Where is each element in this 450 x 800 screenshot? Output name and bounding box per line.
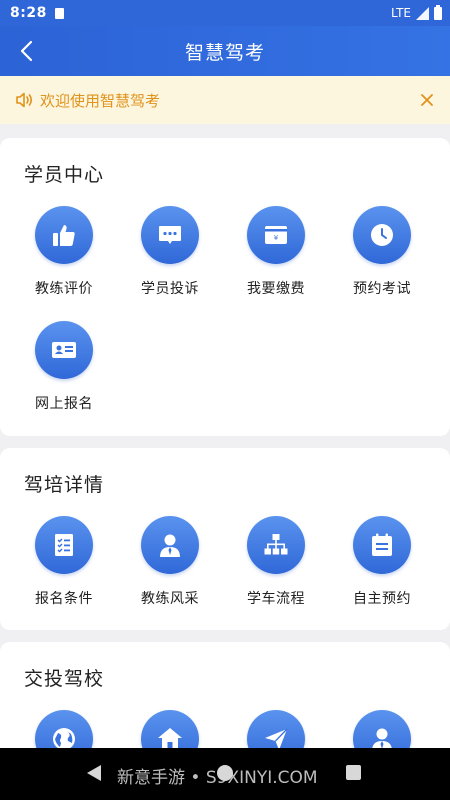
chevron-left-icon bbox=[20, 40, 33, 62]
icon-circle bbox=[35, 516, 93, 574]
icon-circle bbox=[353, 206, 411, 264]
back-button[interactable] bbox=[14, 38, 38, 64]
grid-item-label: 教练风采 bbox=[141, 591, 199, 607]
section-student-center: 学员中心 教练评价 学员投诉 ¥ 我要缴费 预约考试 网上报名 bbox=[0, 138, 450, 436]
grid-item-label: 学员投诉 bbox=[141, 281, 199, 297]
signal-icon bbox=[416, 6, 429, 20]
clock-icon bbox=[371, 224, 393, 246]
grid-item-student-complaint[interactable]: 学员投诉 bbox=[117, 206, 223, 298]
icon-circle bbox=[35, 321, 93, 379]
grid-item-learning-process[interactable]: 学车流程 bbox=[223, 516, 329, 608]
system-nav-bar: 新意手游 • S9XINYI.COM bbox=[0, 748, 450, 800]
checklist-icon bbox=[55, 534, 73, 556]
status-right: LTE bbox=[391, 4, 442, 20]
notice-text: 欢迎使用智慧驾考 bbox=[40, 91, 161, 110]
network-type: LTE bbox=[391, 6, 411, 20]
grid-item-online-signup[interactable]: 网上报名 bbox=[11, 321, 117, 413]
icon-circle bbox=[247, 516, 305, 574]
payment-card-icon: ¥ bbox=[265, 226, 287, 244]
grid-item-label: 预约考试 bbox=[353, 281, 411, 297]
thumbs-up-icon bbox=[53, 225, 75, 246]
icon-circle: ¥ bbox=[247, 206, 305, 264]
status-bar: 8:28 LTE bbox=[0, 0, 450, 26]
grid-item-label: 网上报名 bbox=[35, 396, 93, 412]
page-title: 智慧驾考 bbox=[184, 41, 265, 64]
speaker-icon bbox=[16, 92, 33, 108]
icon-circle bbox=[353, 516, 411, 574]
section-title: 驾培详情 bbox=[24, 474, 105, 496]
grid-item-label: 教练评价 bbox=[35, 281, 93, 297]
grid-item-coach-profiles[interactable]: 教练风采 bbox=[117, 516, 223, 608]
nav-home-icon[interactable] bbox=[217, 765, 233, 781]
grid-item-pay[interactable]: ¥ 我要缴费 bbox=[223, 206, 329, 298]
app-bar: 智慧驾考 bbox=[0, 26, 450, 76]
sim-card-icon bbox=[54, 7, 64, 19]
icon-circle bbox=[141, 206, 199, 264]
grid-item-label: 我要缴费 bbox=[247, 281, 305, 297]
notepad-icon bbox=[372, 533, 392, 556]
person-icon bbox=[160, 534, 180, 557]
svg-text:¥: ¥ bbox=[274, 234, 279, 242]
grid-item-coach-review[interactable]: 教练评价 bbox=[11, 206, 117, 298]
section-title: 学员中心 bbox=[24, 164, 105, 186]
notice-banner: 欢迎使用智慧驾考 bbox=[0, 76, 450, 124]
grid-item-self-booking[interactable]: 自主预约 bbox=[329, 516, 435, 608]
chat-bubble-icon bbox=[159, 226, 181, 244]
flowchart-icon bbox=[264, 534, 288, 555]
status-time: 8:28 bbox=[10, 5, 47, 21]
section-training-details: 驾培详情 报名条件 教练风采 学车流程 自主预约 bbox=[0, 448, 450, 630]
battery-icon bbox=[434, 4, 442, 20]
grid-item-label: 报名条件 bbox=[35, 591, 93, 607]
close-icon[interactable] bbox=[418, 91, 436, 109]
grid-item-book-exam[interactable]: 预约考试 bbox=[329, 206, 435, 298]
id-card-icon bbox=[52, 342, 76, 358]
grid-item-signup-requirements[interactable]: 报名条件 bbox=[11, 516, 117, 608]
nav-back-icon[interactable] bbox=[87, 765, 101, 781]
icon-circle bbox=[141, 516, 199, 574]
grid-item-label: 自主预约 bbox=[353, 591, 411, 607]
grid-item-label: 学车流程 bbox=[247, 591, 305, 607]
nav-recents-icon[interactable] bbox=[346, 765, 361, 780]
icon-circle bbox=[35, 206, 93, 264]
section-title: 交投驾校 bbox=[24, 668, 105, 690]
